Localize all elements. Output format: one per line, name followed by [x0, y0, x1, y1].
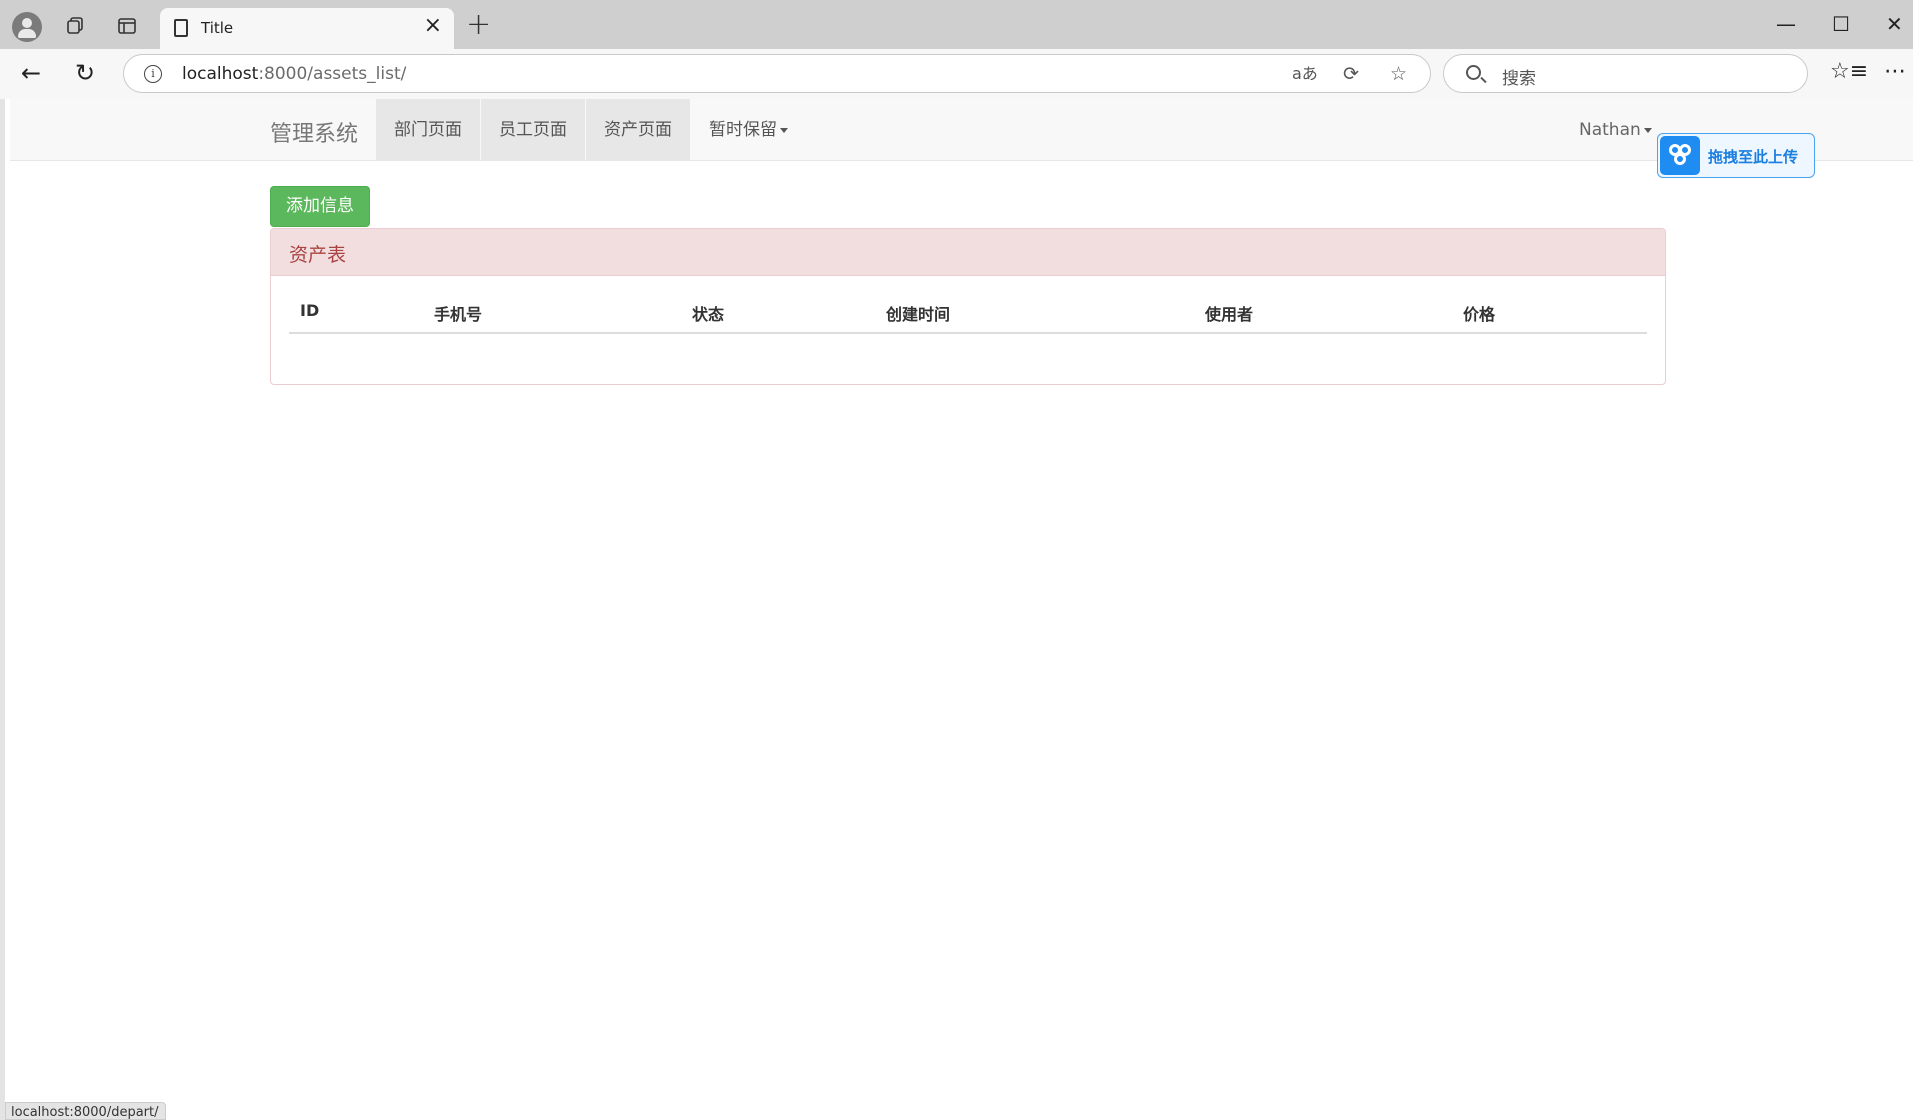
column-header-phone: 手机号	[434, 305, 483, 324]
browser-tab-strip: Title × + — ☐ ✕	[0, 0, 1913, 49]
column-header-user: 使用者	[1205, 305, 1254, 324]
upload-label: 拖拽至此上传	[1708, 148, 1799, 166]
nav-link-assets[interactable]: 资产页面	[586, 99, 690, 161]
user-menu[interactable]: Nathan	[1579, 99, 1652, 161]
column-header-id: ID	[300, 301, 320, 320]
close-window-icon[interactable]: ✕	[1886, 10, 1903, 38]
new-tab-icon[interactable]: +	[466, 10, 491, 40]
assets-panel: 资产表 ID 手机号 状态 创建时间 使用者 价格	[270, 228, 1666, 385]
refresh-sync-icon[interactable]: ⟳	[1343, 62, 1359, 86]
column-header-status: 状态	[692, 305, 725, 324]
profile-avatar-icon[interactable]	[12, 12, 42, 42]
site-navbar: 管理系统 部门页面 员工页面 资产页面 暂时保留 Nathan	[10, 99, 1913, 161]
nav-dropdown-reserved[interactable]: 暂时保留	[691, 99, 806, 161]
table-header-row: ID 手机号 状态 创建时间 使用者 价格	[289, 289, 1647, 334]
more-menu-icon[interactable]: ⋯	[1884, 59, 1906, 85]
url-text[interactable]: localhost:8000/assets_list/	[182, 64, 406, 84]
search-icon	[1466, 65, 1481, 80]
column-header-price: 价格	[1463, 305, 1496, 324]
close-tab-icon[interactable]: ×	[424, 15, 442, 37]
search-placeholder: 搜索	[1502, 69, 1536, 89]
drag-upload-widget[interactable]: 拖拽至此上传	[1657, 133, 1815, 178]
column-header-created-time: 创建时间	[886, 305, 951, 324]
caret-down-icon	[1643, 127, 1652, 133]
maximize-icon[interactable]: ☐	[1832, 10, 1850, 38]
address-bar[interactable]: i localhost:8000/assets_list/ aあ ⟳ ☆	[123, 54, 1431, 93]
nav-link-employees[interactable]: 员工页面	[481, 99, 585, 161]
cloud-upload-icon	[1660, 136, 1700, 175]
read-aloud-icon[interactable]: aあ	[1292, 62, 1318, 86]
nav-link-departments[interactable]: 部门页面	[376, 99, 480, 161]
active-tab[interactable]: Title ×	[160, 8, 454, 49]
status-bar-url: localhost:8000/depart/	[5, 1102, 166, 1120]
search-box[interactable]: 搜索	[1443, 54, 1808, 93]
favorite-star-icon[interactable]: ☆	[1390, 62, 1407, 86]
site-info-icon[interactable]: i	[144, 65, 162, 83]
minimize-icon[interactable]: —	[1776, 10, 1796, 38]
add-info-button[interactable]: 添加信息	[270, 186, 370, 227]
reload-icon[interactable]: ↻	[75, 59, 95, 87]
workspaces-icon[interactable]	[61, 12, 89, 40]
back-arrow-icon[interactable]: ←	[21, 59, 41, 87]
page-viewport: 管理系统 部门页面 员工页面 资产页面 暂时保留 Nathan 拖拽至此上传 添…	[0, 99, 1913, 1120]
caret-down-icon	[780, 127, 788, 133]
page-icon	[174, 19, 188, 37]
browser-toolbar: ← ↻ i localhost:8000/assets_list/ aあ ⟳ ☆…	[0, 49, 1913, 99]
tab-title: Title	[201, 19, 234, 37]
nav-dropdown-label: 暂时保留	[709, 120, 777, 140]
panel-title: 资产表	[271, 229, 1665, 276]
favorites-icon[interactable]: ☆≡	[1830, 59, 1868, 85]
vertical-tabs-icon[interactable]	[113, 12, 141, 40]
user-name: Nathan	[1579, 120, 1641, 140]
brand-title[interactable]: 管理系统	[270, 116, 358, 148]
